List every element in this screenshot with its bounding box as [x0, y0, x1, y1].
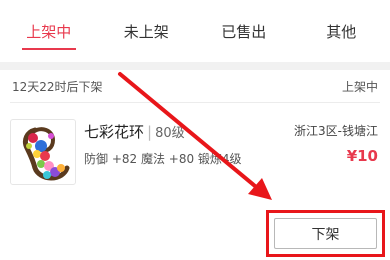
item-attributes: 防御 +82 魔法 +80 锻炼4级 [84, 152, 242, 166]
listing-status: 上架中 [341, 79, 378, 94]
listing-card: 12天22时后下架 上架中 七彩花环 | 80级 浙江3区-钱塘江 防御 +82 魔… [0, 70, 390, 260]
section-gap [0, 62, 390, 70]
delist-highlight-box: 下架 [266, 210, 385, 257]
delist-button[interactable]: 下架 [274, 218, 377, 249]
item-level: 80级 [155, 126, 185, 141]
time-remaining: 12天22时后下架 [12, 79, 103, 94]
title-separator: | [147, 123, 153, 141]
tab-sold[interactable]: 已售出 [195, 0, 293, 62]
item-thumbnail[interactable] [10, 119, 76, 185]
listing-header: 12天22时后下架 上架中 [0, 70, 390, 102]
tab-other[interactable]: 其他 [293, 0, 390, 62]
tab-on-sale[interactable]: 上架中 [0, 0, 98, 62]
tab-bar: 上架中 未上架 已售出 其他 [0, 0, 390, 62]
flower-wreath-icon [22, 127, 70, 181]
item-price: ¥10 [346, 147, 378, 165]
item-name: 七彩花环 [84, 123, 145, 141]
server-name: 浙江3区-钱塘江 [294, 124, 378, 138]
item-title: 七彩花环 | 80级 [84, 121, 185, 142]
tab-not-listed[interactable]: 未上架 [98, 0, 196, 62]
divider [10, 102, 380, 103]
